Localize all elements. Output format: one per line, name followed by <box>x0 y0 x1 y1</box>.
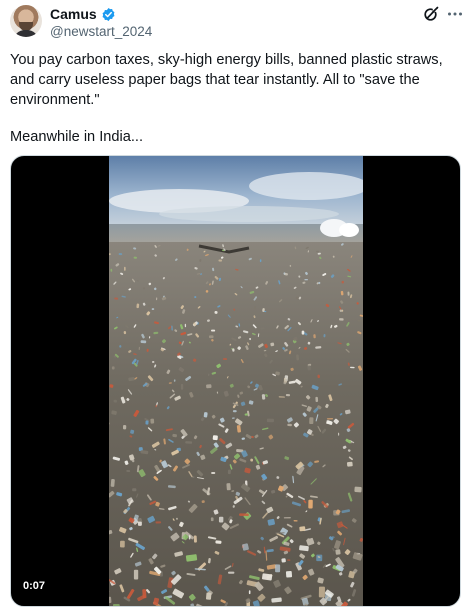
video-thumbnail <box>109 156 363 606</box>
grok-icon[interactable] <box>421 4 441 24</box>
video-frame <box>109 156 363 606</box>
name-row: Camus <box>50 6 152 22</box>
avatar[interactable] <box>10 5 42 37</box>
avatar-shirt <box>13 30 39 37</box>
video-duration: 0:07 <box>19 578 50 594</box>
tweet-card: Camus @newstart_2024 You pay carbon taxe… <box>0 0 470 613</box>
more-horizontal-icon[interactable] <box>446 4 464 24</box>
verified-badge-icon <box>101 7 116 22</box>
display-name[interactable]: Camus <box>50 6 97 22</box>
tweet-text-2: Meanwhile in India... <box>10 129 144 145</box>
author-info: Camus @newstart_2024 <box>50 6 152 39</box>
tweet-text: You pay carbon taxes, sky-high energy bi… <box>10 52 443 108</box>
handle[interactable]: @newstart_2024 <box>50 24 152 39</box>
video-player[interactable]: 0:07 <box>10 155 461 607</box>
